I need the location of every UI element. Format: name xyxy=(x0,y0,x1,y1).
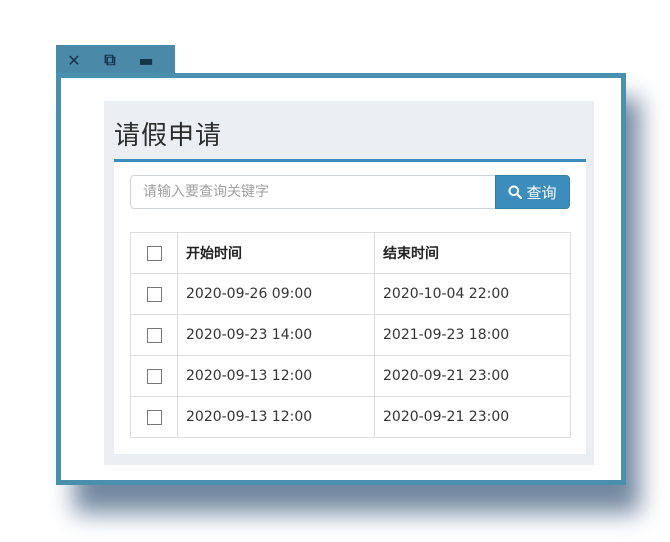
table-header-row: 开始时间 结束时间 xyxy=(130,232,571,274)
end-time-cell: 2021-09-23 18:00 xyxy=(374,314,571,356)
start-time-cell: 2020-09-26 09:00 xyxy=(177,273,375,315)
header-end-time: 结束时间 xyxy=(374,232,571,274)
minimize-icon[interactable]: ▬ xyxy=(128,45,164,75)
row-checkbox[interactable] xyxy=(146,409,162,425)
start-time-cell: 2020-09-13 12:00 xyxy=(177,355,375,397)
table-row[interactable]: 2020-09-13 12:00 2020-09-21 23:00 xyxy=(130,355,571,397)
row-checkbox[interactable] xyxy=(146,368,162,384)
search-input[interactable] xyxy=(130,175,496,209)
row-checkbox-cell xyxy=(130,314,178,356)
row-checkbox-cell xyxy=(130,396,178,438)
close-icon[interactable]: ✕ xyxy=(56,45,92,75)
row-checkbox-cell xyxy=(130,355,178,397)
search-button-label: 查询 xyxy=(526,183,557,202)
row-checkbox[interactable] xyxy=(146,327,162,343)
end-time-cell: 2020-09-21 23:00 xyxy=(374,396,571,438)
search-icon xyxy=(508,185,523,199)
window-frame: 请假申请 查询 开始时间 xyxy=(56,73,626,485)
start-time-cell: 2020-09-13 12:00 xyxy=(177,396,375,438)
start-time-cell: 2020-09-23 14:00 xyxy=(177,314,375,356)
page-title: 请假申请 xyxy=(114,121,223,151)
header-start-time: 开始时间 xyxy=(177,232,375,274)
leave-table: 开始时间 结束时间 2020-09-26 09:00 2020-10-04 22… xyxy=(130,232,571,438)
select-all-checkbox[interactable] xyxy=(146,245,162,261)
window-titlebar: ✕ ⧉ ▬ xyxy=(56,45,175,75)
table-row[interactable]: 2020-09-23 14:00 2021-09-23 18:00 xyxy=(130,314,571,356)
table-row[interactable]: 2020-09-26 09:00 2020-10-04 22:00 xyxy=(130,273,571,315)
content-panel: 请假申请 查询 开始时间 xyxy=(104,101,594,465)
header-checkbox-cell xyxy=(130,232,178,274)
row-checkbox-cell xyxy=(130,273,178,315)
row-checkbox[interactable] xyxy=(146,286,162,302)
restore-icon[interactable]: ⧉ xyxy=(92,45,128,75)
end-time-cell: 2020-09-21 23:00 xyxy=(374,355,571,397)
end-time-cell: 2020-10-04 22:00 xyxy=(374,273,571,315)
table-row[interactable]: 2020-09-13 12:00 2020-09-21 23:00 xyxy=(130,396,571,438)
list-box: 查询 开始时间 结束时间 2020-09-26 09:00 xyxy=(114,159,586,454)
search-button[interactable]: 查询 xyxy=(495,175,570,209)
